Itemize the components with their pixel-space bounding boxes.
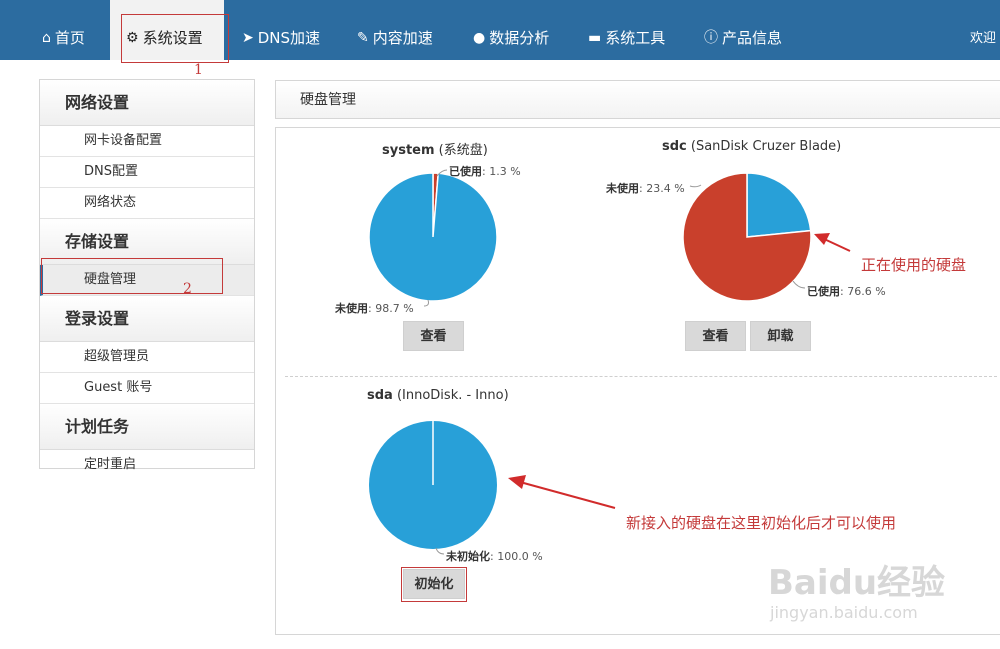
watermark-url: jingyan.baidu.com: [770, 603, 918, 622]
view-button-sdc[interactable]: 查看: [685, 321, 746, 351]
watermark-brand: Baidu经验: [768, 563, 946, 603]
label-connector: [435, 547, 445, 555]
annotation-arrow-line: [519, 481, 616, 509]
pie-sdc: [682, 172, 812, 302]
annotation-new-disk: 新接入的硬盘在这里初始化后才可以使用: [626, 514, 897, 532]
annotation-in-use: 正在使用的硬盘: [861, 256, 967, 274]
pie-label-sdc-used: 已使用: 76.6 %: [807, 285, 886, 298]
label-connector: [689, 184, 702, 188]
pie-slice: [368, 172, 498, 302]
annotation-arrowhead: [814, 233, 830, 245]
label-connector: [792, 280, 806, 289]
unmount-button-sdc[interactable]: 卸载: [750, 321, 811, 351]
highlight-box-initialize: [401, 567, 467, 602]
pie-system: [368, 172, 498, 302]
pie-label-sda-uninit: 未初始化: 100.0 %: [446, 550, 543, 563]
view-button-system[interactable]: 查看: [403, 321, 464, 351]
pie-label-system-unused: 未使用: 98.7 %: [335, 302, 414, 315]
pie-label-system-used: 已使用: 1.3 %: [449, 165, 521, 178]
pie-sda: [369, 421, 497, 549]
annotation-arrowhead: [508, 475, 526, 489]
pie-slice: [746, 172, 812, 238]
pie-label-sdc-unused: 未使用: 23.4 %: [606, 182, 685, 195]
